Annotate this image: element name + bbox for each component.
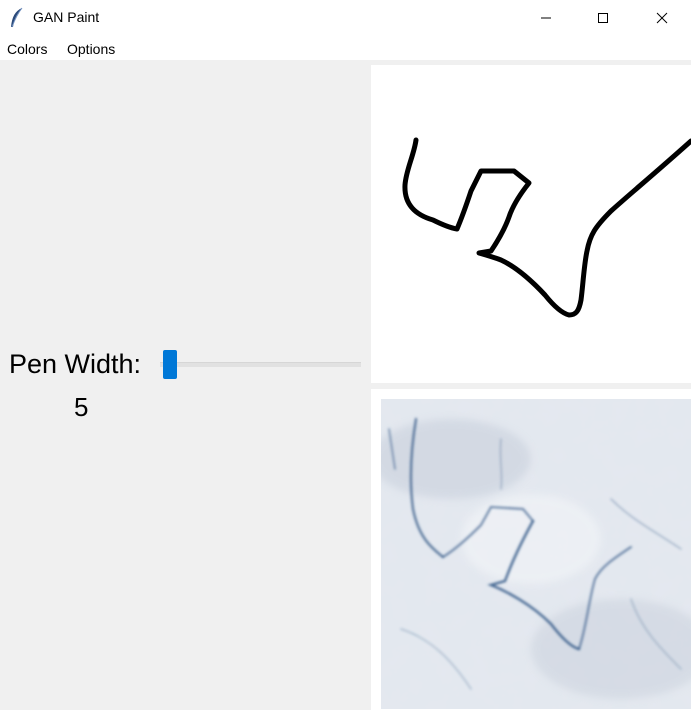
sketch-stroke — [402, 137, 691, 318]
close-icon — [656, 12, 668, 24]
window-title: GAN Paint — [33, 9, 100, 25]
menu-bar: Colors Options — [0, 36, 691, 60]
minimize-icon — [541, 17, 551, 19]
feather-icon — [11, 7, 23, 28]
pen-width-slider-thumb[interactable] — [163, 350, 177, 379]
close-button[interactable] — [639, 0, 685, 36]
pen-width-label: Pen Width: — [9, 349, 142, 379]
pen-width-slider-track[interactable] — [160, 362, 361, 367]
drawing-canvas[interactable] — [371, 65, 691, 383]
output-canvas — [371, 389, 691, 710]
generated-image — [381, 399, 691, 709]
maximize-button[interactable] — [580, 0, 626, 36]
menu-colors[interactable]: Colors — [7, 41, 47, 57]
minimize-button[interactable] — [523, 0, 569, 36]
menu-options[interactable]: Options — [67, 41, 115, 57]
title-bar: GAN Paint — [0, 0, 691, 36]
pen-width-value: 5 — [74, 392, 89, 422]
control-panel: Pen Width: 5 — [0, 60, 370, 710]
maximize-icon — [598, 13, 608, 23]
